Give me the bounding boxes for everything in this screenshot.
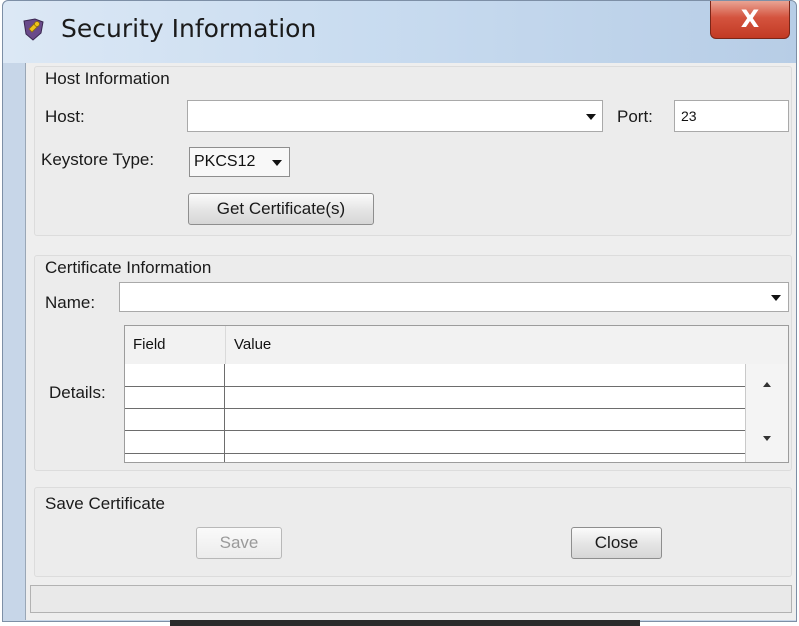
- table-row[interactable]: [125, 453, 745, 454]
- dialog-body: Host Information Host: Port: 23 Keystore…: [25, 63, 796, 620]
- get-certificates-button[interactable]: Get Certificate(s): [188, 193, 374, 225]
- table-row[interactable]: [125, 386, 745, 387]
- column-divider: [224, 364, 225, 462]
- keystore-dropdown-arrow-icon[interactable]: [272, 160, 282, 166]
- save-button[interactable]: Save: [196, 527, 282, 559]
- scroll-down-arrow-icon[interactable]: [763, 436, 771, 441]
- save-certificate-section: Save Certificate Save Close: [34, 487, 792, 577]
- keystore-type-label: Keystore Type:: [41, 150, 155, 169]
- host-combobox[interactable]: [187, 100, 603, 132]
- name-label: Name:: [45, 293, 96, 312]
- table-row[interactable]: [125, 430, 745, 431]
- column-header-field[interactable]: Field: [125, 326, 225, 364]
- details-label: Details:: [49, 383, 106, 402]
- close-button[interactable]: Close: [571, 527, 662, 559]
- port-input[interactable]: 23: [674, 100, 789, 132]
- port-value: 23: [681, 108, 697, 124]
- host-information-section: Host Information Host: Port: 23 Keystore…: [34, 66, 792, 236]
- status-bar: [30, 585, 792, 613]
- table-row[interactable]: [125, 408, 745, 409]
- host-section-title: Host Information: [45, 69, 170, 88]
- table-header-filler: [745, 326, 788, 364]
- save-section-title: Save Certificate: [45, 494, 165, 513]
- certificate-section-title: Certificate Information: [45, 258, 212, 277]
- keystore-type-select[interactable]: PKCS12: [189, 147, 290, 177]
- window-title: Security Information: [61, 14, 317, 43]
- column-header-value[interactable]: Value: [225, 326, 745, 364]
- details-table[interactable]: Field Value: [124, 325, 789, 463]
- title-bar[interactable]: Security Information X: [3, 1, 796, 63]
- host-dropdown-arrow-icon[interactable]: [586, 114, 596, 120]
- scroll-up-arrow-icon[interactable]: [763, 382, 771, 387]
- certificate-information-section: Certificate Information Name: Details: F…: [34, 255, 792, 471]
- taskbar-edge: [170, 620, 640, 626]
- details-scrollbar[interactable]: [745, 364, 788, 462]
- port-label: Port:: [617, 107, 653, 126]
- shield-key-icon: [23, 18, 44, 41]
- name-combobox[interactable]: [119, 282, 789, 312]
- window-close-button[interactable]: X: [710, 1, 790, 39]
- security-information-dialog: Security Information X Host Information …: [2, 0, 797, 622]
- host-label: Host:: [45, 107, 85, 126]
- keystore-type-value: PKCS12: [194, 153, 256, 170]
- name-dropdown-arrow-icon[interactable]: [771, 295, 781, 301]
